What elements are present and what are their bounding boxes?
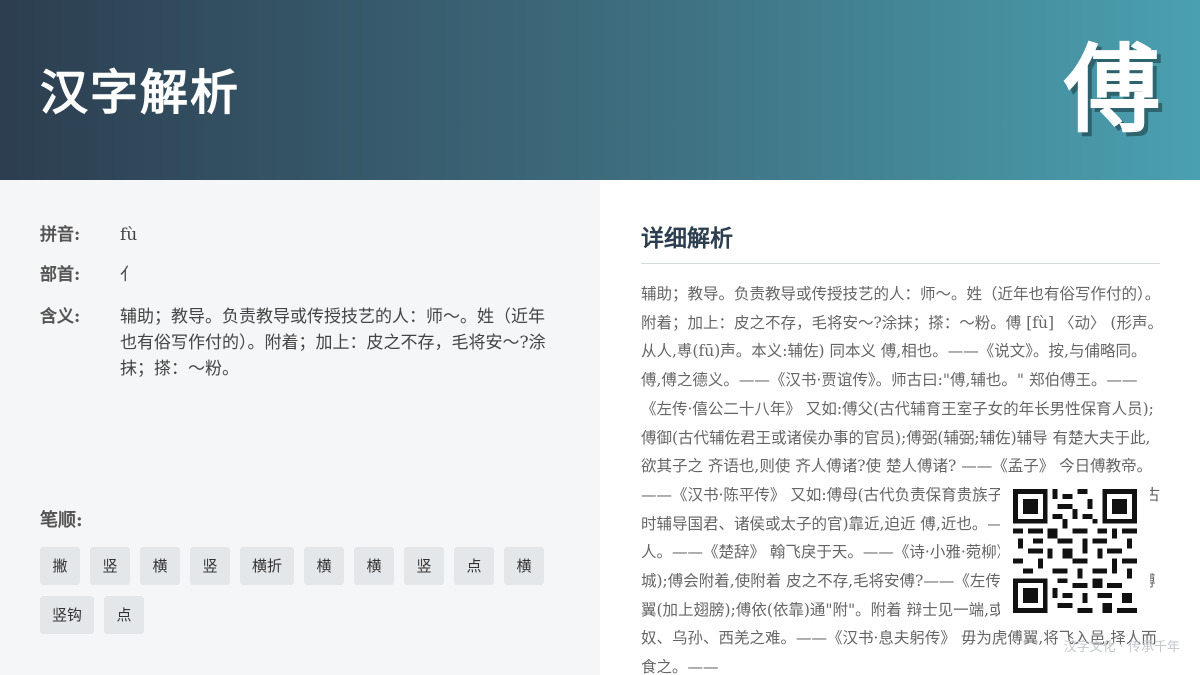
stroke-order-label: 笔顺: [40,510,83,531]
detail-divider [641,263,1160,264]
stroke-item: 横 [140,547,180,585]
stroke-item: 竖 [404,547,445,585]
stroke-item: 竖钩 [40,596,95,634]
radical-label: 部首: [40,265,81,285]
header-banner: 汉字解析 傅 [0,0,1200,180]
stroke-item: 点 [454,547,495,585]
qr-code [1000,476,1150,626]
meaning-value: 辅助；教导。负责教导或传授技艺的人：师～。姓（近年也有俗写作付的）。附着；加上：… [120,307,546,379]
featured-character: 傅 [1064,33,1160,146]
radical-value: 亻 [120,265,137,285]
page-title: 汉字解析 [40,65,241,121]
stroke-item: 点 [104,596,145,634]
info-panel: 拼音: fù 部首: 亻 含义: 辅助；教导。负责教导或传授技艺的人：师～。姓（… [40,180,560,675]
stroke-item: 横 [504,547,545,585]
pinyin-row: 拼音: fù [40,222,560,248]
pinyin-label: 拼音: [40,225,81,245]
pinyin-value: fù [120,225,138,245]
stroke-item: 横折 [240,547,295,585]
stroke-item: 撇 [40,547,80,585]
detail-title: 详细解析 [641,225,733,252]
stroke-item: 横 [304,547,345,585]
qr-code-icon [1013,489,1137,613]
stroke-item: 竖 [90,547,130,585]
stroke-item: 横 [354,547,395,585]
watermark: 汉字文化 · 传承千年 [1063,640,1180,655]
meaning-row: 含义: 辅助；教导。负责教导或传授技艺的人：师～。姓（近年也有俗写作付的）。附着… [40,304,560,382]
stroke-order-list: 撇 竖 横 竖 横折 横 横 竖 点 横 竖钩 点 [40,547,560,634]
stroke-item: 竖 [190,547,230,585]
meaning-label: 含义: [40,307,81,327]
radical-row: 部首: 亻 [40,262,560,288]
